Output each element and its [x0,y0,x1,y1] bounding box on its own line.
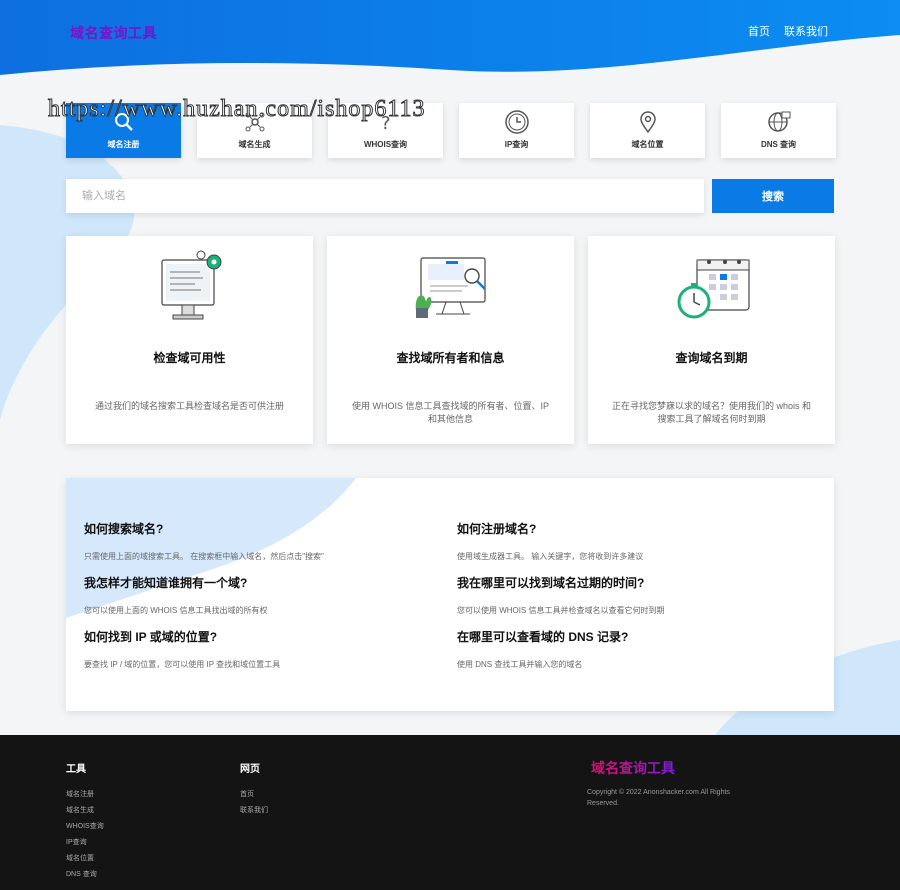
location-pin-icon [635,109,661,135]
feature-description: 正在寻找您梦寐以求的域名？使用我们的 whois 和搜索工具了解域名何时到期 [611,401,811,424]
faq-item: 我在哪里可以找到域名过期的时间? 您可以使用 WHOIS 信息工具并检查域名以查… [457,574,830,616]
tab-dns-lookup[interactable]: DNS 查询 [721,103,836,158]
faq-answer: 您可以使用 WHOIS 信息工具并检查域名以查看它何时到期 [457,606,665,615]
faq-item: 我怎样才能知道谁拥有一个域? 您可以使用上面的 WHOIS 信息工具找出域的所有… [84,574,457,616]
footer-link-contact[interactable]: 联系我们 [240,805,268,815]
feature-card-availability: 检查域可用性 通过我们的域名搜索工具检查域名是否可供注册 [66,236,313,444]
faq-item: 如何搜索域名? 只需使用上面的域搜索工具。 在搜索框中输入域名，然后点击"搜索" [84,520,457,562]
site-logo[interactable]: 域名查询工具 [70,23,157,43]
footer-link-whois[interactable]: WHOIS查询 [66,821,104,831]
screen-magnifier-illustration [415,257,486,318]
faq-question: 如何注册域名? [457,522,537,536]
search-bar: 搜索 [66,179,834,213]
footer: 工具 域名注册 域名生成 WHOIS查询 IP查询 域名位置 DNS 查询 网页… [0,735,900,890]
footer-copyright: Copyright © 2022 Anonshacker.com All Rig… [587,789,730,807]
footer-pages-column: 网页 首页 联系我们 [240,760,268,821]
tab-label: IP查询 [504,140,529,149]
domain-search-input[interactable] [66,179,704,213]
nav-home-link[interactable]: 首页 [748,23,770,39]
faq-answer: 使用 DNS 查找工具并输入您的域名 [457,660,583,669]
footer-tools-column: 工具 域名注册 域名生成 WHOIS查询 IP查询 域名位置 DNS 查询 [66,760,104,885]
globe-icon [766,109,792,135]
footer-link-ip-lookup[interactable]: IP查询 [66,837,104,847]
search-button[interactable]: 搜索 [712,179,834,213]
faq-section: 如何搜索域名? 只需使用上面的域搜索工具。 在搜索框中输入域名，然后点击"搜索"… [66,478,834,711]
faq-grid: 如何搜索域名? 只需使用上面的域搜索工具。 在搜索框中输入域名，然后点击"搜索"… [84,520,824,670]
top-bar: 域名查询工具 首页 联系我们 [0,0,900,70]
footer-tools-title: 工具 [66,764,86,775]
footer-link-domain-location[interactable]: 域名位置 [66,853,104,863]
feature-title: 查找域所有者和信息 [396,351,505,365]
faq-question: 如何找到 IP 或域的位置? [84,630,218,644]
footer-logo[interactable]: 域名查询工具 [591,758,675,778]
footer-link-domain-register[interactable]: 域名注册 [66,789,104,799]
faq-question: 我怎样才能知道谁拥有一个域? [84,576,248,590]
tab-label: 域名注册 [107,140,140,149]
top-nav: 首页 联系我们 [748,23,828,39]
faq-item: 如何找到 IP 或域的位置? 要查找 IP / 域的位置，您可以使用 IP 查找… [84,628,457,670]
faq-answer: 使用域生成器工具。 输入关键字，您将收到许多建议 [457,552,644,561]
footer-link-dns-lookup[interactable]: DNS 查询 [66,869,104,879]
monitor-gear-illustration [160,250,221,320]
calendar-stopwatch-illustration [677,259,750,319]
feature-description: 使用 WHOIS 信息工具查找域的所有者、位置、IP 和其他信息 [351,401,549,424]
feature-description: 通过我们的域名搜索工具检查域名是否可供注册 [94,401,284,411]
tab-label: 域名位置 [631,140,664,149]
faq-answer: 要查找 IP / 域的位置，您可以使用 IP 查找和域位置工具 [84,660,281,669]
tab-label: 域名生成 [238,140,271,149]
clock-icon [504,109,530,135]
tab-domain-location[interactable]: 域名位置 [590,103,705,158]
feature-card-expiry: 查询域名到期 正在寻找您梦寐以求的域名？使用我们的 whois 和搜索工具了解域… [588,236,835,444]
tab-label: DNS 查询 [760,140,797,149]
feature-title: 查询域名到期 [675,351,748,365]
faq-item: 在哪里可以查看域的 DNS 记录? 使用 DNS 查找工具并输入您的域名 [457,628,830,670]
tab-label: WHOIS查询 [363,140,408,149]
footer-link-home[interactable]: 首页 [240,789,268,799]
faq-answer: 只需使用上面的域搜索工具。 在搜索框中输入域名，然后点击"搜索" [84,552,324,561]
feature-cards: 检查域可用性 通过我们的域名搜索工具检查域名是否可供注册 查找域所有者和信息 使… [66,236,835,444]
nav-contact-link[interactable]: 联系我们 [784,23,828,39]
faq-question: 在哪里可以查看域的 DNS 记录? [457,630,629,644]
faq-answer: 您可以使用上面的 WHOIS 信息工具找出域的所有权 [84,606,268,615]
faq-question: 如何搜索域名? [84,522,164,536]
tab-ip-lookup[interactable]: IP查询 [459,103,574,158]
feature-title: 检查域可用性 [153,351,226,365]
footer-pages-title: 网页 [240,764,260,775]
watermark-text: https://www.huzhan.com/ishop6113 [48,96,426,123]
faq-item: 如何注册域名? 使用域生成器工具。 输入关键字，您将收到许多建议 [457,520,830,562]
feature-card-whois: 查找域所有者和信息 使用 WHOIS 信息工具查找域的所有者、位置、IP 和其他… [327,236,574,444]
footer-link-domain-generate[interactable]: 域名生成 [66,805,104,815]
faq-question: 我在哪里可以找到域名过期的时间? [457,576,645,590]
